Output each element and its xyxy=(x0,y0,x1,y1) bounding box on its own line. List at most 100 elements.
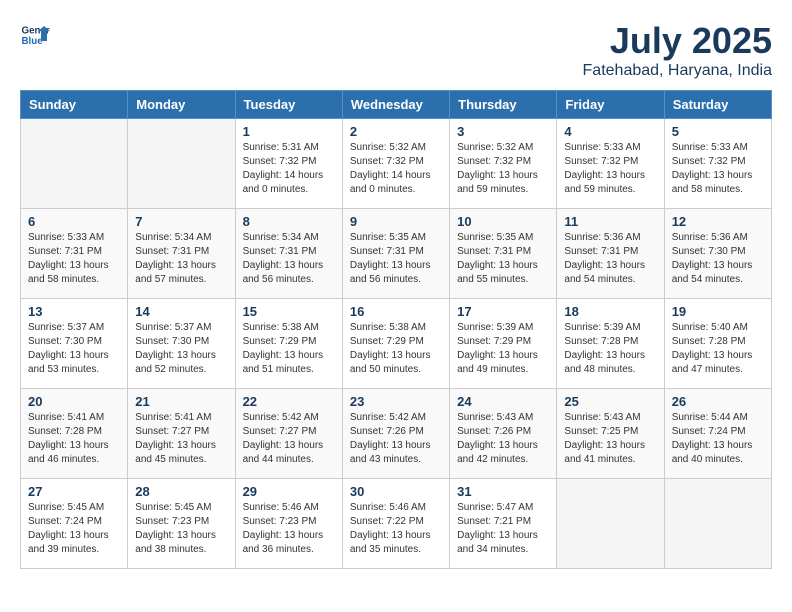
weekday-header: Friday xyxy=(557,91,664,119)
day-number: 29 xyxy=(243,484,335,499)
day-detail: Sunrise: 5:33 AMSunset: 7:32 PMDaylight:… xyxy=(564,141,656,197)
day-number: 27 xyxy=(28,484,120,499)
calendar-cell: 15 Sunrise: 5:38 AMSunset: 7:29 PMDayligh… xyxy=(235,299,342,389)
day-detail: Sunrise: 5:42 AMSunset: 7:26 PMDaylight:… xyxy=(350,411,442,467)
weekday-header: Saturday xyxy=(664,91,771,119)
logo-icon: General Blue xyxy=(20,20,50,50)
weekday-header: Monday xyxy=(128,91,235,119)
day-detail: Sunrise: 5:45 AMSunset: 7:23 PMDaylight:… xyxy=(135,501,227,557)
weekday-header: Wednesday xyxy=(342,91,449,119)
logo: General Blue xyxy=(20,20,50,50)
calendar-cell: 11 Sunrise: 5:36 AMSunset: 7:31 PMDayligh… xyxy=(557,209,664,299)
day-detail: Sunrise: 5:38 AMSunset: 7:29 PMDaylight:… xyxy=(243,321,335,377)
calendar-cell: 13 Sunrise: 5:37 AMSunset: 7:30 PMDayligh… xyxy=(21,299,128,389)
day-number: 10 xyxy=(457,214,549,229)
day-number: 2 xyxy=(350,124,442,139)
calendar-week-row: 1 Sunrise: 5:31 AMSunset: 7:32 PMDaylight… xyxy=(21,119,772,209)
day-number: 8 xyxy=(243,214,335,229)
day-detail: Sunrise: 5:33 AMSunset: 7:32 PMDaylight:… xyxy=(672,141,764,197)
day-number: 18 xyxy=(564,304,656,319)
day-detail: Sunrise: 5:41 AMSunset: 7:28 PMDaylight:… xyxy=(28,411,120,467)
calendar-cell: 20 Sunrise: 5:41 AMSunset: 7:28 PMDayligh… xyxy=(21,389,128,479)
day-detail: Sunrise: 5:39 AMSunset: 7:28 PMDaylight:… xyxy=(564,321,656,377)
day-detail: Sunrise: 5:37 AMSunset: 7:30 PMDaylight:… xyxy=(28,321,120,377)
calendar-cell: 12 Sunrise: 5:36 AMSunset: 7:30 PMDayligh… xyxy=(664,209,771,299)
calendar-cell: 14 Sunrise: 5:37 AMSunset: 7:30 PMDayligh… xyxy=(128,299,235,389)
calendar-cell: 27Sunrise: 5:45 AMSunset: 7:24 PMDayligh… xyxy=(21,479,128,569)
day-number: 13 xyxy=(28,304,120,319)
day-detail: Sunrise: 5:43 AMSunset: 7:25 PMDaylight:… xyxy=(564,411,656,467)
day-detail: Sunrise: 5:43 AMSunset: 7:26 PMDaylight:… xyxy=(457,411,549,467)
day-number: 16 xyxy=(350,304,442,319)
day-number: 12 xyxy=(672,214,764,229)
day-number: 23 xyxy=(350,394,442,409)
day-number: 25 xyxy=(564,394,656,409)
weekday-header: Thursday xyxy=(450,91,557,119)
day-number: 4 xyxy=(564,124,656,139)
day-number: 14 xyxy=(135,304,227,319)
calendar-cell xyxy=(557,479,664,569)
day-detail: Sunrise: 5:47 AMSunset: 7:21 PMDaylight:… xyxy=(457,501,549,557)
page-header: General Blue July 2025 Fatehabad, Haryan… xyxy=(20,20,772,80)
day-detail: Sunrise: 5:32 AMSunset: 7:32 PMDaylight:… xyxy=(457,141,549,197)
day-number: 20 xyxy=(28,394,120,409)
weekday-header: Tuesday xyxy=(235,91,342,119)
day-number: 1 xyxy=(243,124,335,139)
day-detail: Sunrise: 5:41 AMSunset: 7:27 PMDaylight:… xyxy=(135,411,227,467)
calendar-cell: 16 Sunrise: 5:38 AMSunset: 7:29 PMDayligh… xyxy=(342,299,449,389)
day-detail: Sunrise: 5:39 AMSunset: 7:29 PMDaylight:… xyxy=(457,321,549,377)
calendar-cell xyxy=(21,119,128,209)
day-detail: Sunrise: 5:35 AMSunset: 7:31 PMDaylight:… xyxy=(350,231,442,287)
day-detail: Sunrise: 5:42 AMSunset: 7:27 PMDaylight:… xyxy=(243,411,335,467)
day-detail: Sunrise: 5:37 AMSunset: 7:30 PMDaylight:… xyxy=(135,321,227,377)
day-number: 3 xyxy=(457,124,549,139)
calendar-cell: 17 Sunrise: 5:39 AMSunset: 7:29 PMDayligh… xyxy=(450,299,557,389)
calendar-cell: 30 Sunrise: 5:46 AMSunset: 7:22 PMDayligh… xyxy=(342,479,449,569)
day-number: 22 xyxy=(243,394,335,409)
calendar-cell: 19 Sunrise: 5:40 AMSunset: 7:28 PMDayligh… xyxy=(664,299,771,389)
month-title: July 2025 xyxy=(583,20,772,62)
calendar-cell: 21 Sunrise: 5:41 AMSunset: 7:27 PMDayligh… xyxy=(128,389,235,479)
day-number: 7 xyxy=(135,214,227,229)
day-detail: Sunrise: 5:38 AMSunset: 7:29 PMDaylight:… xyxy=(350,321,442,377)
day-detail: Sunrise: 5:32 AMSunset: 7:32 PMDaylight:… xyxy=(350,141,442,197)
day-detail: Sunrise: 5:46 AMSunset: 7:22 PMDaylight:… xyxy=(350,501,442,557)
calendar-cell: 31Sunrise: 5:47 AMSunset: 7:21 PMDayligh… xyxy=(450,479,557,569)
calendar-cell: 3 Sunrise: 5:32 AMSunset: 7:32 PMDaylight… xyxy=(450,119,557,209)
calendar-cell: 4 Sunrise: 5:33 AMSunset: 7:32 PMDaylight… xyxy=(557,119,664,209)
day-number: 28 xyxy=(135,484,227,499)
calendar-cell: 26 Sunrise: 5:44 AMSunset: 7:24 PMDayligh… xyxy=(664,389,771,479)
day-detail: Sunrise: 5:34 AMSunset: 7:31 PMDaylight:… xyxy=(243,231,335,287)
calendar-cell: 9Sunrise: 5:35 AMSunset: 7:31 PMDaylight… xyxy=(342,209,449,299)
calendar-header-row: SundayMondayTuesdayWednesdayThursdayFrid… xyxy=(21,91,772,119)
calendar-cell: 2 Sunrise: 5:32 AMSunset: 7:32 PMDaylight… xyxy=(342,119,449,209)
day-number: 30 xyxy=(350,484,442,499)
day-number: 11 xyxy=(564,214,656,229)
calendar-cell: 22 Sunrise: 5:42 AMSunset: 7:27 PMDayligh… xyxy=(235,389,342,479)
calendar-cell: 24 Sunrise: 5:43 AMSunset: 7:26 PMDayligh… xyxy=(450,389,557,479)
day-number: 24 xyxy=(457,394,549,409)
day-detail: Sunrise: 5:40 AMSunset: 7:28 PMDaylight:… xyxy=(672,321,764,377)
day-detail: Sunrise: 5:34 AMSunset: 7:31 PMDaylight:… xyxy=(135,231,227,287)
calendar-week-row: 6 Sunrise: 5:33 AMSunset: 7:31 PMDaylight… xyxy=(21,209,772,299)
location-title: Fatehabad, Haryana, India xyxy=(583,62,772,80)
calendar-cell: 29Sunrise: 5:46 AMSunset: 7:23 PMDayligh… xyxy=(235,479,342,569)
day-detail: Sunrise: 5:36 AMSunset: 7:30 PMDaylight:… xyxy=(672,231,764,287)
calendar-cell: 10Sunrise: 5:35 AMSunset: 7:31 PMDayligh… xyxy=(450,209,557,299)
day-number: 21 xyxy=(135,394,227,409)
day-number: 26 xyxy=(672,394,764,409)
title-area: July 2025 Fatehabad, Haryana, India xyxy=(583,20,772,80)
calendar-week-row: 27Sunrise: 5:45 AMSunset: 7:24 PMDayligh… xyxy=(21,479,772,569)
day-detail: Sunrise: 5:44 AMSunset: 7:24 PMDaylight:… xyxy=(672,411,764,467)
calendar-cell xyxy=(664,479,771,569)
calendar-cell: 18 Sunrise: 5:39 AMSunset: 7:28 PMDayligh… xyxy=(557,299,664,389)
day-number: 17 xyxy=(457,304,549,319)
day-number: 6 xyxy=(28,214,120,229)
day-detail: Sunrise: 5:36 AMSunset: 7:31 PMDaylight:… xyxy=(564,231,656,287)
day-number: 19 xyxy=(672,304,764,319)
day-number: 15 xyxy=(243,304,335,319)
day-detail: Sunrise: 5:31 AMSunset: 7:32 PMDaylight:… xyxy=(243,141,335,197)
calendar-table: SundayMondayTuesdayWednesdayThursdayFrid… xyxy=(20,90,772,569)
day-detail: Sunrise: 5:33 AMSunset: 7:31 PMDaylight:… xyxy=(28,231,120,287)
calendar-cell: 25 Sunrise: 5:43 AMSunset: 7:25 PMDayligh… xyxy=(557,389,664,479)
